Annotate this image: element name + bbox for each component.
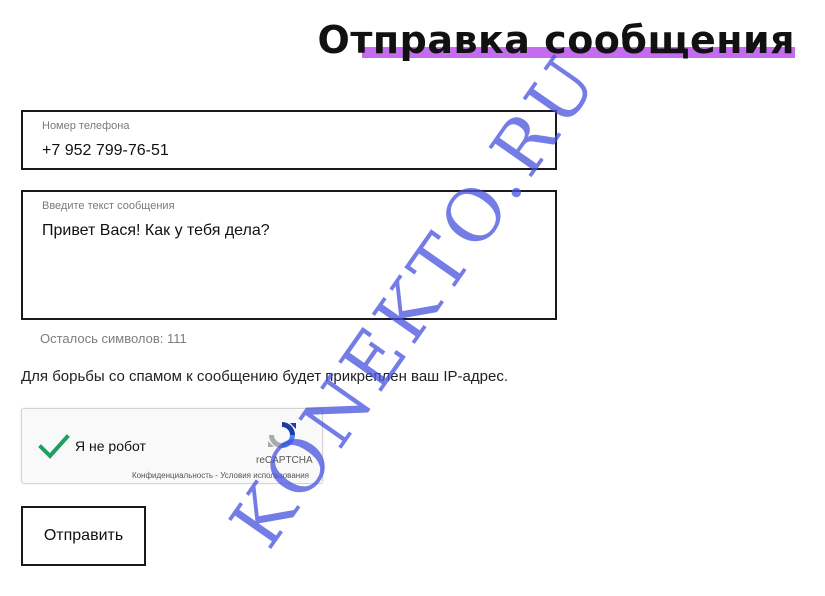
checkmark-icon[interactable] [37,429,71,463]
message-field-label: Введите текст сообщения [42,200,175,212]
phone-field-label: Номер телефона [42,120,130,132]
recaptcha-widget: Я не робот reCAPTCHA Конфиденциальность … [21,408,323,484]
message-field-value[interactable]: Привет Вася! Как у тебя дела? [42,222,270,240]
characters-remaining: Осталось символов: 111 [40,331,187,346]
recaptcha-brand: reCAPTCHA [256,455,313,466]
phone-field-value[interactable]: +7 952 799-76-51 [42,142,169,160]
message-textarea[interactable]: Введите текст сообщения Привет Вася! Как… [21,190,557,320]
recaptcha-links[interactable]: Конфиденциальность - Условия использован… [132,471,309,480]
submit-button[interactable]: Отправить [21,506,146,566]
phone-field[interactable]: Номер телефона +7 952 799-76-51 [21,110,557,170]
page-title-text: Отправка сообщения [317,18,795,62]
spam-notice: Для борьбы со спамом к сообщению будет п… [21,368,508,385]
page-title: Отправка сообщения [318,14,795,66]
recaptcha-logo-icon [268,422,296,448]
captcha-label[interactable]: Я не робот [75,438,146,454]
